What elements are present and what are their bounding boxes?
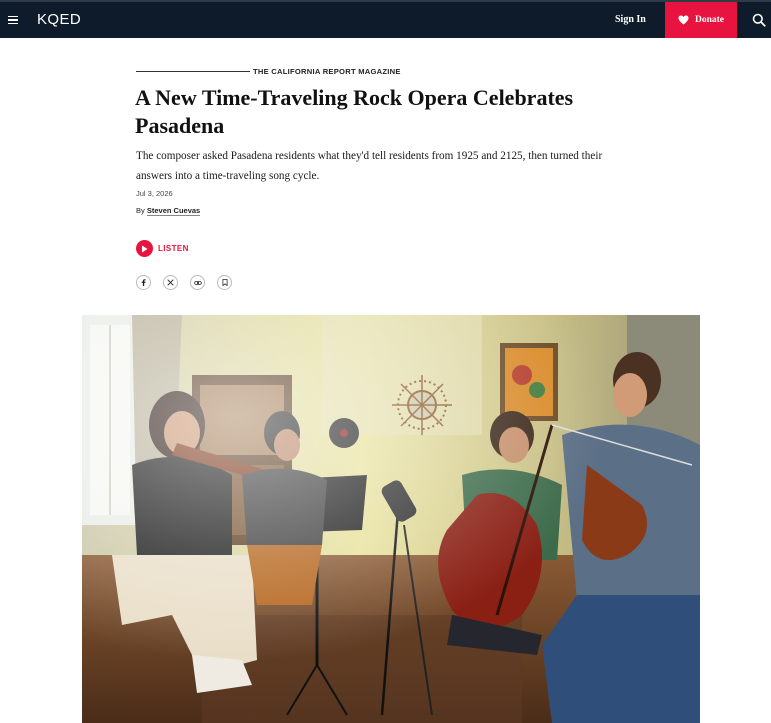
bookmark-icon[interactable]	[217, 275, 232, 290]
article-dek: The composer asked Pasadena residents wh…	[136, 150, 603, 182]
link-icon[interactable]	[190, 275, 205, 290]
top-navigation-bar: KQED Sign In Donate	[0, 0, 771, 38]
donate-button[interactable]: Donate	[665, 2, 737, 38]
facebook-icon[interactable]	[136, 275, 151, 290]
byline-prefix: By	[136, 206, 145, 215]
author-link[interactable]: Steven Cuevas	[146, 206, 201, 216]
sign-in-link[interactable]: Sign In	[615, 14, 646, 25]
search-icon[interactable]	[752, 13, 766, 27]
byline: By Steven Cuevas	[136, 206, 201, 216]
donate-label: Donate	[694, 15, 725, 25]
listen-label: LISTEN	[158, 244, 189, 253]
section-label[interactable]: THE CALIFORNIA REPORT MAGAZINE	[253, 67, 401, 76]
menu-icon[interactable]	[8, 12, 22, 28]
heart-icon	[678, 15, 689, 25]
share-toolbar	[136, 275, 232, 290]
hero-photo	[82, 315, 700, 723]
listen-button[interactable]: LISTEN	[136, 240, 189, 257]
publish-date: Jul 3, 2026	[136, 189, 173, 198]
x-icon[interactable]	[163, 275, 178, 290]
kqed-logo[interactable]: KQED	[37, 11, 81, 28]
play-icon	[136, 240, 153, 257]
section-rule	[136, 71, 250, 72]
article-title: A New Time-Traveling Rock Opera Celebrat…	[135, 85, 574, 138]
